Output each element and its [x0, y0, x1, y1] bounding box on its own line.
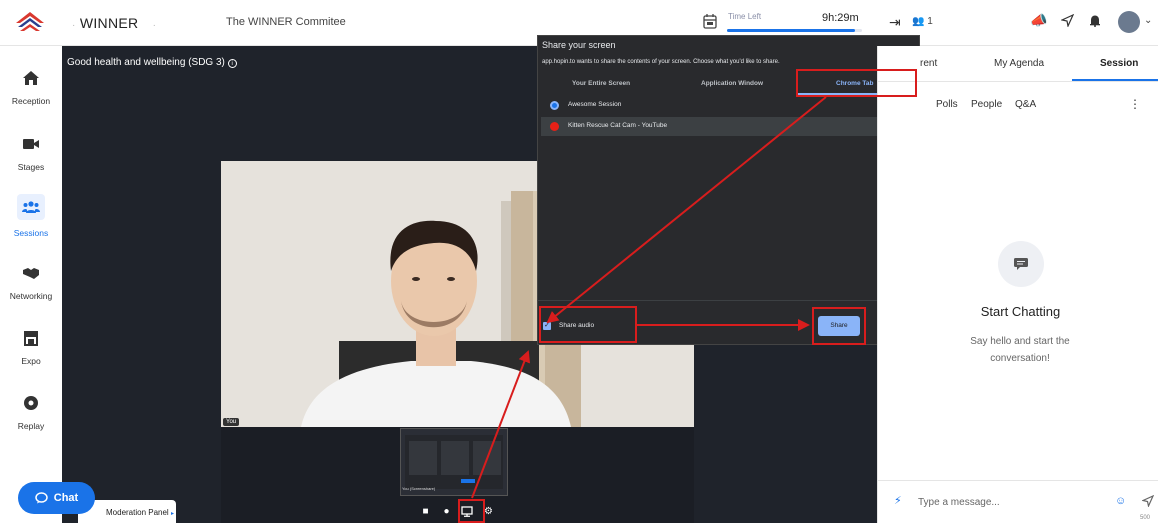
microphone-icon[interactable]: ●: [440, 505, 453, 518]
char-counter: 500: [1140, 515, 1151, 521]
empty-state-title: Start Chatting: [980, 304, 1061, 319]
tab-option-label: Awesome Session: [568, 101, 622, 108]
tabs-divider: [877, 81, 1158, 82]
chat-button[interactable]: Chat: [18, 482, 95, 514]
annotation-box-share-button: [812, 307, 866, 345]
chat-button-label: Chat: [53, 492, 79, 504]
nav-label: Expo: [21, 356, 41, 366]
empty-state-line-1: Say hello and start the: [970, 336, 1070, 347]
tab-application-window[interactable]: Application Window: [701, 80, 763, 87]
message-input[interactable]: [918, 493, 1108, 511]
event-name-text: WINNER: [79, 15, 139, 31]
attendee-count-value: 1: [927, 16, 933, 27]
subtab-qa[interactable]: Q&A: [1015, 99, 1036, 110]
megaphone-icon[interactable]: 📣: [1030, 12, 1047, 29]
tab-option-label: Kitten Rescue Cat Cam - YouTube: [568, 122, 668, 129]
home-icon: [23, 71, 39, 85]
active-session-tab-indicator: [1072, 79, 1158, 81]
nav-item-reception[interactable]: Reception: [0, 70, 62, 106]
empty-state-line-2: conversation!: [990, 353, 1050, 364]
session-title: Good health and wellbeing (SDG 3) i: [67, 57, 237, 68]
calendar-icon: [703, 14, 717, 29]
attendee-count[interactable]: 👥 1: [912, 16, 933, 27]
hopin-favicon-icon: [550, 101, 559, 110]
event-logo-icon[interactable]: [14, 9, 46, 37]
subtab-people[interactable]: People: [971, 99, 1002, 110]
nav-item-networking[interactable]: Networking: [0, 265, 62, 301]
bell-icon[interactable]: [1089, 14, 1101, 27]
nav-item-stages[interactable]: Stages: [0, 136, 62, 172]
tab-option-row-selected[interactable]: Kitten Rescue Cat Cam - YouTube: [541, 117, 897, 136]
chevron-down-icon[interactable]: ⌄: [1144, 15, 1152, 26]
nav-label: Stages: [17, 162, 45, 172]
time-left-label: Time Left: [728, 12, 762, 21]
nav-item-expo[interactable]: Expo: [0, 330, 62, 366]
dialog-description: app.hopin.to wants to share the contents…: [542, 59, 780, 65]
nav-label: Sessions: [13, 228, 49, 238]
subtab-polls[interactable]: Polls: [936, 99, 958, 110]
emoji-icon[interactable]: ☺: [1115, 495, 1126, 507]
annotation-box-screenshare: [458, 499, 485, 523]
people-icon: 👥: [912, 16, 925, 27]
camera-toggle-icon[interactable]: ■: [419, 505, 432, 518]
youtube-favicon-icon: [550, 122, 559, 131]
thumbnail-label: You (Screenshare): [402, 486, 436, 491]
annotation-box-chrome-tab: [796, 69, 917, 97]
send-icon[interactable]: [1061, 14, 1074, 27]
chat-empty-icon: [998, 241, 1044, 287]
nav-item-sessions[interactable]: Sessions: [0, 194, 62, 238]
session-title-text: Good health and wellbeing (SDG 3): [67, 57, 225, 68]
video-camera-icon: [23, 139, 39, 149]
play-circle-icon: [24, 396, 38, 410]
tab-entire-screen[interactable]: Your Entire Screen: [572, 80, 630, 87]
exit-icon[interactable]: ⇥: [889, 14, 901, 31]
caret-icon: ▸: [170, 511, 174, 517]
organizer-name[interactable]: The WINNER Commitee: [226, 16, 346, 28]
people-group-icon: [22, 201, 40, 213]
store-icon: [24, 331, 38, 346]
event-name[interactable]: · WINNER ·: [72, 15, 156, 31]
more-options-icon[interactable]: ⋮: [1129, 97, 1141, 111]
nav-label: Networking: [9, 291, 53, 301]
time-progress-fill: [727, 29, 856, 32]
nav-item-replay[interactable]: Replay: [0, 395, 62, 431]
send-message-icon[interactable]: [1142, 495, 1154, 507]
dialog-divider: [537, 300, 920, 301]
video-name-tag: You: [223, 418, 240, 426]
lightning-icon[interactable]: ⚡: [894, 494, 902, 507]
tab-option-row[interactable]: Awesome Session: [541, 96, 897, 115]
tab-session[interactable]: Session: [1100, 58, 1138, 69]
time-left-value: 9h:29m: [822, 12, 859, 24]
dialog-title: Share your screen: [542, 40, 616, 50]
chat-bubble-icon: [35, 492, 48, 504]
annotation-box-share-audio: [539, 306, 637, 343]
info-icon[interactable]: i: [227, 59, 237, 68]
message-icon: [1014, 258, 1028, 270]
user-avatar[interactable]: [1118, 11, 1140, 33]
handshake-icon: [23, 268, 39, 279]
nav-label: Reception: [11, 96, 51, 106]
composer-divider: [877, 480, 1158, 481]
empty-state-subtitle: Say hello and start the conversation!: [958, 333, 1082, 367]
tab-my-agenda[interactable]: My Agenda: [994, 58, 1044, 69]
tab-event[interactable]: rent: [920, 58, 937, 69]
moderation-panel-label: Moderation Panel: [106, 508, 169, 517]
nav-label: Replay: [17, 421, 45, 431]
